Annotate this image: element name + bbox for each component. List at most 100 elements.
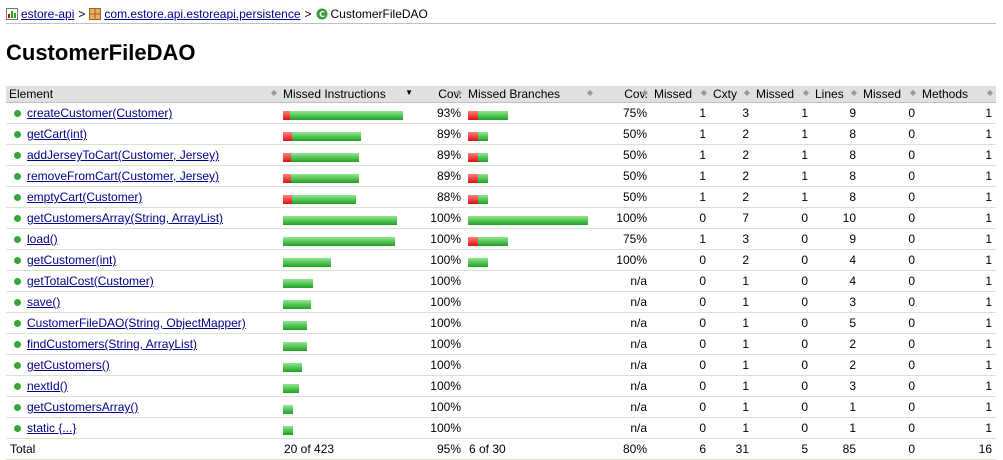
- instructions-bar: [283, 340, 307, 352]
- lines: 3: [812, 291, 860, 313]
- instructions-coverage: 100%: [416, 249, 465, 271]
- instructions-bar-cell: [280, 396, 416, 418]
- missed-lines: 0: [753, 270, 812, 292]
- missed-methods: 0: [860, 102, 919, 124]
- element-cell: CustomerFileDAO(String, ObjectMapper): [6, 312, 280, 334]
- method-link[interactable]: save(): [27, 295, 60, 309]
- method-link[interactable]: findCustomers(String, ArrayList): [27, 337, 197, 351]
- method-link[interactable]: getTotalCost(Customer): [27, 274, 154, 288]
- complexity: 1: [710, 312, 753, 334]
- instructions-bar: [283, 403, 293, 415]
- method-icon: [14, 404, 21, 412]
- header-branches-coverage[interactable]: Cov. ◆: [596, 86, 651, 103]
- element-cell: save(): [6, 291, 280, 313]
- page-title: CustomerFileDAO: [6, 40, 196, 65]
- total-missed-methods: 0: [860, 438, 919, 460]
- header-missed-lines[interactable]: Missed ◆: [753, 86, 812, 103]
- instructions-bar-cell: [280, 270, 416, 292]
- header-missed-branches[interactable]: Missed Branches ◆: [465, 86, 596, 103]
- header-missed-complexity[interactable]: Missed ◆: [651, 86, 710, 103]
- missed-bar-segment: [283, 153, 291, 163]
- complexity: 7: [710, 207, 753, 229]
- method-link[interactable]: load(): [27, 232, 58, 246]
- missed-bar-segment: [468, 237, 478, 247]
- table-row: getTotalCost(Customer) 100% n/a 0 1 0 4 0 1: [6, 270, 996, 292]
- branches-bar-cell: [465, 186, 596, 208]
- method-link[interactable]: emptyCart(Customer): [27, 190, 142, 204]
- methods: 1: [919, 102, 996, 124]
- svg-text:C: C: [319, 10, 325, 19]
- method-link[interactable]: getCustomer(int): [27, 253, 116, 267]
- methods: 1: [919, 417, 996, 439]
- branches-bar-cell: [465, 417, 596, 439]
- instructions-bar: [283, 382, 299, 394]
- instructions-bar: [283, 256, 331, 268]
- table-total-row: Total 20 of 423 95% 6 of 30 80% 6 31 5 8…: [6, 438, 996, 460]
- branches-bar: [468, 235, 508, 247]
- instructions-bar: [283, 109, 403, 121]
- method-link[interactable]: getCustomers(): [27, 358, 110, 372]
- branches-bar-cell: [465, 354, 596, 376]
- missed-methods: 0: [860, 375, 919, 397]
- method-link[interactable]: static {...}: [27, 421, 76, 435]
- header-element[interactable]: Element ◆: [6, 86, 280, 103]
- missed-lines: 0: [753, 228, 812, 250]
- methods: 1: [919, 354, 996, 376]
- missed-complexity: 0: [651, 375, 710, 397]
- instructions-bar-cell: [280, 417, 416, 439]
- method-icon: [14, 299, 21, 307]
- method-link[interactable]: getCustomersArray(): [27, 400, 138, 414]
- total-missed-complexity: 6: [651, 438, 710, 460]
- methods: 1: [919, 291, 996, 313]
- covered-bar-segment: [283, 279, 313, 289]
- element-cell: load(): [6, 228, 280, 250]
- method-link[interactable]: createCustomer(Customer): [27, 106, 172, 120]
- method-link[interactable]: nextId(): [27, 379, 68, 393]
- missed-complexity: 1: [651, 102, 710, 124]
- sort-icon: ◆: [641, 88, 648, 97]
- report-icon: [6, 7, 18, 20]
- branches-bar: [468, 256, 488, 268]
- lines: 10: [812, 207, 860, 229]
- complexity: 1: [710, 270, 753, 292]
- instructions-coverage: 100%: [416, 207, 465, 229]
- instructions-coverage: 89%: [416, 144, 465, 166]
- method-link[interactable]: CustomerFileDAO(String, ObjectMapper): [27, 316, 246, 330]
- header-methods[interactable]: Methods ◆: [919, 86, 996, 103]
- complexity: 1: [710, 354, 753, 376]
- header-missed-instructions[interactable]: Missed Instructions ▼: [280, 86, 416, 103]
- covered-bar-segment: [283, 426, 293, 436]
- header-missed-methods[interactable]: Missed ◆: [860, 86, 919, 103]
- table-header-row: Element ◆ Missed Instructions ▼ Cov. ◆ Miss…: [6, 86, 996, 103]
- method-icon: [14, 425, 21, 433]
- header-lines[interactable]: Lines ◆: [812, 86, 860, 103]
- sort-icon: ◆: [700, 88, 707, 97]
- breadcrumb-project-link[interactable]: estore-api: [21, 7, 74, 21]
- covered-bar-segment: [478, 132, 488, 142]
- table-row: load() 100% 75% 1 3 0 9 0 1: [6, 228, 996, 250]
- missed-methods: 0: [860, 144, 919, 166]
- missed-methods: 0: [860, 270, 919, 292]
- complexity: 3: [710, 228, 753, 250]
- missed-complexity: 1: [651, 228, 710, 250]
- missed-lines: 0: [753, 249, 812, 271]
- total-instructions: 20 of 423: [280, 438, 416, 460]
- complexity: 2: [710, 186, 753, 208]
- header-complexity[interactable]: Cxty ◆: [710, 86, 753, 103]
- branches-bar-cell: [465, 165, 596, 187]
- complexity: 1: [710, 291, 753, 313]
- instructions-coverage: 88%: [416, 186, 465, 208]
- missed-bar-segment: [468, 195, 478, 205]
- method-link[interactable]: addJerseyToCart(Customer, Jersey): [27, 148, 219, 162]
- instructions-bar: [283, 151, 359, 163]
- element-cell: getTotalCost(Customer): [6, 270, 280, 292]
- breadcrumb-package-link[interactable]: com.estore.api.estoreapi.persistence: [104, 7, 300, 21]
- method-link[interactable]: getCart(int): [27, 127, 87, 141]
- header-instructions-coverage[interactable]: Cov. ◆: [416, 86, 465, 103]
- missed-bar-segment: [468, 174, 478, 184]
- element-cell: emptyCart(Customer): [6, 186, 280, 208]
- method-icon: [14, 257, 21, 265]
- instructions-coverage: 100%: [416, 354, 465, 376]
- method-link[interactable]: removeFromCart(Customer, Jersey): [27, 169, 219, 183]
- method-link[interactable]: getCustomersArray(String, ArrayList): [27, 211, 223, 225]
